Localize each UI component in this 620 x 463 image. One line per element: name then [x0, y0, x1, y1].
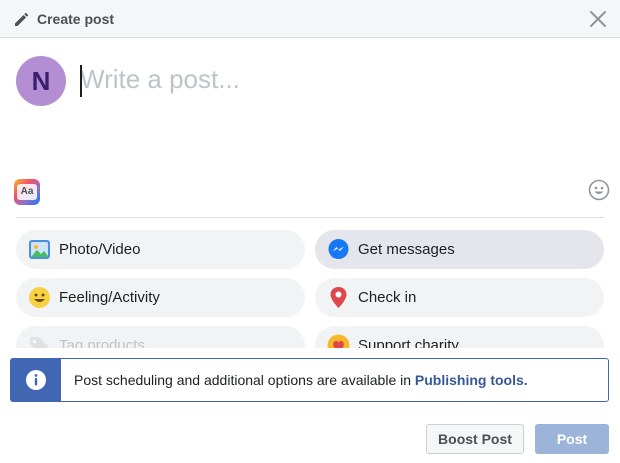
get-messages-option[interactable]: Get messages — [315, 230, 604, 269]
publishing-tools-link[interactable]: Publishing tools. — [415, 372, 528, 388]
pencil-icon — [15, 12, 29, 26]
text-caret — [80, 65, 82, 97]
dialog-footer: Boost Post Post — [0, 402, 620, 463]
option-label: Support charity — [358, 337, 459, 348]
info-icon — [26, 370, 46, 390]
feeling-icon — [29, 287, 50, 308]
photo-video-option[interactable]: Photo/Video — [16, 230, 305, 269]
info-box — [11, 359, 61, 401]
messenger-icon — [328, 239, 349, 259]
dialog-header: Create post — [0, 0, 620, 38]
photo-video-icon — [29, 240, 50, 259]
emoji-icon[interactable] — [588, 179, 610, 201]
support-charity-option[interactable]: Support charity — [315, 326, 604, 348]
banner-text: Post scheduling and additional options a… — [74, 372, 528, 388]
check-in-option[interactable]: Check in — [315, 278, 604, 317]
banner-message: Post scheduling and additional options a… — [74, 372, 415, 388]
check-in-pin-icon — [330, 287, 347, 308]
tag-icon — [30, 337, 49, 348]
composer-area: N Aa — [0, 39, 620, 219]
post-options: Photo/Video Get messages Feeling/Activit… — [0, 218, 620, 348]
option-label: Get messages — [358, 241, 455, 258]
option-label: Tag products — [59, 337, 145, 348]
publishing-tools-banner: Post scheduling and additional options a… — [10, 358, 609, 402]
charity-heart-icon — [327, 334, 350, 348]
boost-post-button[interactable]: Boost Post — [426, 424, 524, 454]
post-button[interactable]: Post — [535, 424, 609, 454]
avatar: N — [16, 56, 66, 106]
option-label: Check in — [358, 289, 417, 306]
dialog-title: Create post — [37, 11, 115, 27]
post-input[interactable] — [80, 59, 580, 99]
close-icon[interactable] — [588, 9, 608, 29]
option-label: Feeling/Activity — [59, 289, 160, 306]
tag-products-option[interactable]: Tag products — [16, 326, 305, 348]
feeling-activity-option[interactable]: Feeling/Activity — [16, 278, 305, 317]
text-background-icon[interactable]: Aa — [14, 179, 40, 205]
create-post-dialog: Create post N Aa Photo/Video — [0, 0, 620, 463]
option-label: Photo/Video — [59, 241, 141, 258]
